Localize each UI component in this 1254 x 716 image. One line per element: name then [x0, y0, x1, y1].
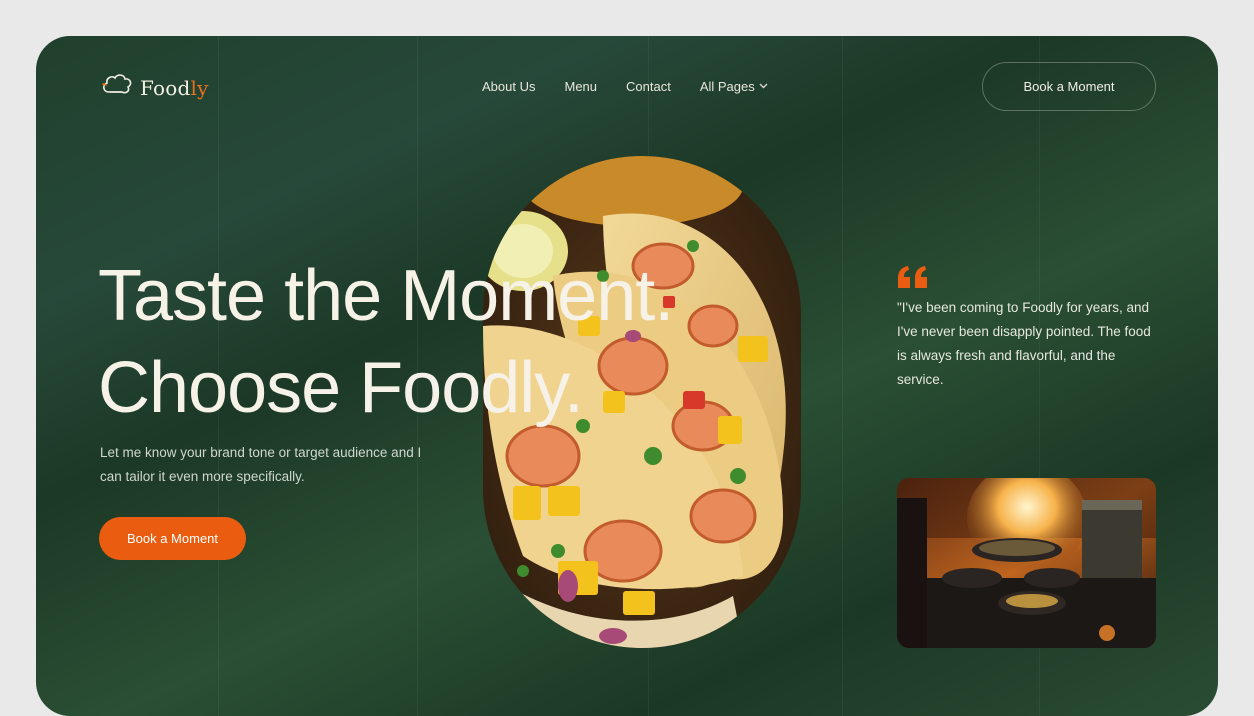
hero-title: Taste the Moment. Choose Foodly. — [98, 250, 674, 434]
chef-hat-icon — [100, 72, 134, 103]
brand-name: Foodly — [140, 75, 209, 100]
nav-item-label: All Pages — [699, 79, 755, 94]
hero-title-line-2: Choose Foodly. — [98, 348, 584, 428]
hero-title-line-1: Taste the Moment. — [98, 256, 674, 336]
book-moment-button[interactable]: Book a Moment — [99, 517, 246, 560]
nav-item-all-pages[interactable]: All Pages — [700, 79, 768, 94]
hero-subtitle: Let me know your brand tone or target au… — [100, 445, 422, 484]
nav-item-contact[interactable]: Contact — [626, 79, 671, 94]
chevron-down-icon — [759, 81, 768, 92]
kitchen-flames-image — [897, 478, 1156, 648]
nav-item-about[interactable]: About Us — [482, 79, 535, 94]
page-frame: Foodly About Us Menu Contact All Pages B… — [36, 36, 1218, 716]
quote-icon — [896, 256, 930, 296]
book-moment-nav-button[interactable]: Book a Moment — [982, 62, 1156, 111]
grid-line — [842, 36, 843, 716]
testimonial-text: "I've been coming to Foodly for years, a… — [897, 300, 1151, 387]
nav-item-menu[interactable]: Menu — [564, 79, 597, 94]
main-nav: About Us Menu Contact All Pages — [482, 79, 768, 94]
brand-logo[interactable]: Foodly — [100, 72, 209, 103]
